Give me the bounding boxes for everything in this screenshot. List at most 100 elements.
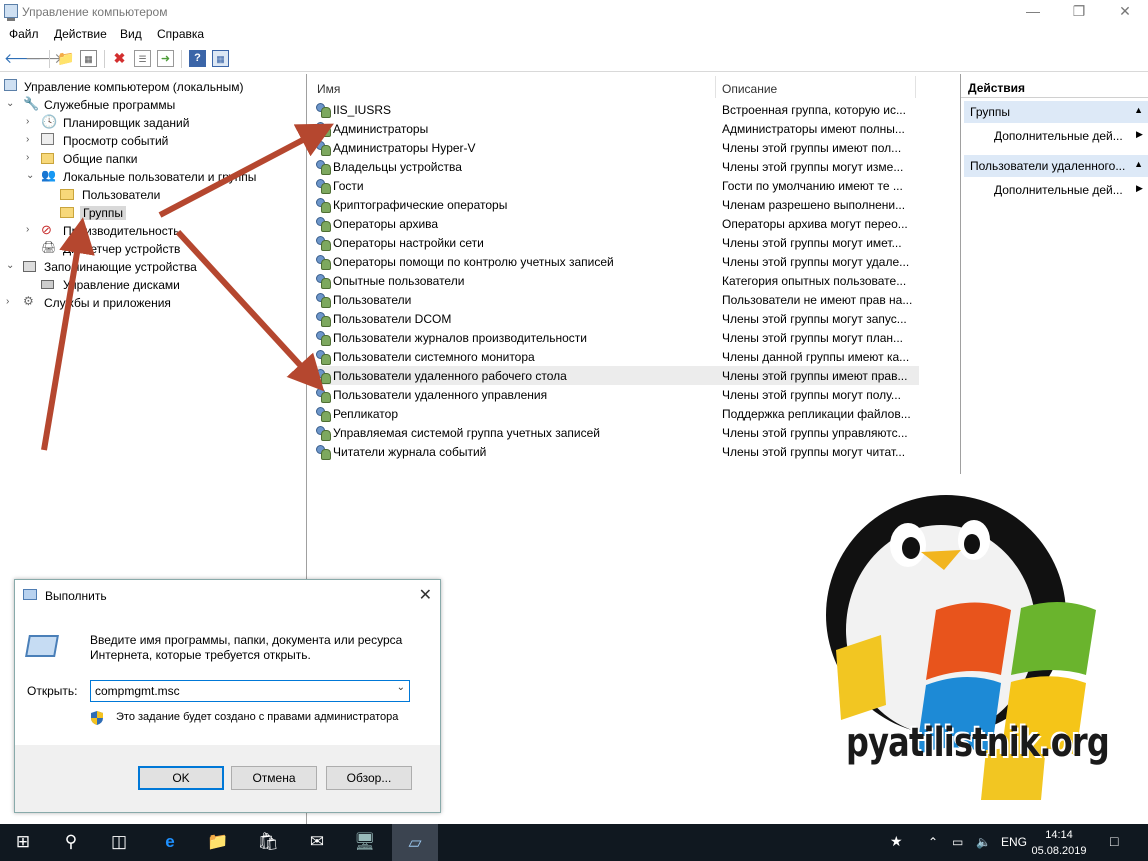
menu-file[interactable]: Файл [9,27,39,41]
minimize-button[interactable]: — [1010,0,1056,24]
language-indicator[interactable]: ENG [1001,835,1027,849]
back-arrow-icon[interactable]: 🡐 [4,50,42,67]
up-folder-icon[interactable]: 📁 [57,50,74,67]
group-name: Пользователи удаленного рабочего стола [333,369,567,383]
expand-icon[interactable]: › [26,116,35,127]
expand-icon[interactable]: › [26,224,35,235]
notifications-icon[interactable]: □ [1110,833,1118,849]
group-row[interactable]: Управляемая системой группа учетных запи… [313,423,919,442]
tree-root[interactable]: Управление компьютером (локальным) [4,78,304,96]
group-icon [315,273,331,289]
run-taskbar-icon[interactable]: ▱ [392,824,438,861]
actions-section-groups[interactable]: Группы ▲ [964,101,1148,123]
maximize-button[interactable]: ❐ [1056,0,1102,24]
export-icon[interactable]: ➜ [157,50,174,67]
tree-item-users[interactable]: Пользователи [60,186,260,204]
menu-action[interactable]: Действие [54,27,107,41]
collapse-icon[interactable]: ⌄ [6,98,15,109]
collapse-icon[interactable]: ⌄ [26,170,35,181]
delete-icon[interactable]: ✖ [111,50,128,67]
clock[interactable]: 14:14 05.08.2019 [1028,827,1090,859]
group-description: Члены этой группы могут полу... [722,388,901,402]
close-icon[interactable]: ✕ [419,585,432,605]
tree-item-disk-management[interactable]: Управление дисками [26,276,296,294]
group-row[interactable]: Пользователи системного монитора Члены да… [313,347,919,366]
show-tree-icon[interactable]: ▦ [80,50,97,67]
tree-item-performance[interactable]: › ⊘ Производительность [26,222,296,240]
network-icon[interactable]: ▭ [952,835,963,849]
group-row[interactable]: IIS_IUSRS Встроенная группа, которую ис..… [313,100,919,119]
chevron-up-icon[interactable]: ⌃ [928,835,938,849]
group-icon [315,425,331,441]
cancel-button[interactable]: Отмена [231,766,317,790]
group-row[interactable]: Криптографические операторы Членам разреш… [313,195,919,214]
group-row[interactable]: Операторы помощи по контролю учетных зап… [313,252,919,271]
forward-arrow-icon[interactable]: 🡒 [25,50,63,67]
edge-browser-icon[interactable]: e [155,832,185,854]
people-icon[interactable]: ★ [890,833,903,850]
run-command-input[interactable]: compmgmt.msc ⌄ [90,680,410,702]
expand-icon[interactable]: › [6,296,15,307]
tree-item-task-scheduler[interactable]: › 🕓 Планировщик заданий [26,114,296,132]
search-icon[interactable]: ⚲ [56,832,86,854]
tree-item-event-viewer[interactable]: › Просмотр событий [26,132,296,150]
volume-icon[interactable]: 🔈 [976,835,991,849]
group-row[interactable]: Гости Гости по умолчанию имеют те ... [313,176,919,195]
tree-item-shared-folders[interactable]: › Общие папки [26,150,296,168]
store-icon[interactable]: 🛍 [253,832,283,854]
expand-icon[interactable]: › [26,134,35,145]
group-row[interactable]: Владельцы устройства Члены этой группы мо… [313,157,919,176]
group-name: Операторы помощи по контролю учетных зап… [333,255,614,269]
performance-icon: ⊘ [41,222,52,237]
group-icon [315,140,331,156]
menu-bar: Файл Действие Вид Справка [0,24,1148,44]
windows-start-icon[interactable]: ⊞ [8,832,38,854]
collapse-triangle-icon[interactable]: ▲ [1134,105,1143,115]
group-row[interactable]: Опытные пользователи Категория опытных по… [313,271,919,290]
mail-icon[interactable]: ✉ [302,832,332,854]
task-view-icon[interactable]: ◫ [104,832,134,854]
actions-section-rdp-users[interactable]: Пользователи удаленного... ▲ [964,155,1148,177]
tree-item-groups[interactable]: Группы [60,204,130,222]
group-name: Пользователи системного монитора [333,350,535,364]
actions-more-rdp-users[interactable]: Дополнительные дей... ▶ [994,183,1143,197]
collapse-triangle-icon[interactable]: ▲ [1134,159,1143,169]
folder-icon [60,189,74,200]
browse-button[interactable]: Обзор... [326,766,412,790]
collapse-icon[interactable]: ⌄ [6,260,15,271]
file-explorer-icon[interactable]: 📁 [203,832,233,854]
group-row[interactable]: Пользователи Пользователи не имеют прав н… [313,290,919,309]
ok-button[interactable]: OK [138,766,224,790]
group-row[interactable]: Пользователи журналов производительности… [313,328,919,347]
group-icon [315,406,331,422]
group-row[interactable]: Пользователи удаленного рабочего стола Чл… [313,366,919,385]
group-row[interactable]: Пользователи удаленного управления Члены … [313,385,919,404]
run-description: Введите имя программы, папки, документа … [90,633,403,662]
group-row[interactable]: Пользователи DCOM Члены этой группы могут… [313,309,919,328]
tree-item-device-manager[interactable]: 🖨 Диспетчер устройств [26,240,296,258]
properties-icon[interactable]: ☰ [134,50,151,67]
group-row[interactable]: Администраторы Администраторы имеют полны… [313,119,919,138]
chevron-down-icon[interactable]: ⌄ [397,682,405,693]
group-row[interactable]: Репликатор Поддержка репликации файлов... [313,404,919,423]
expand-icon[interactable]: › [26,152,35,163]
tree-item-local-users-groups[interactable]: ⌄ 👥 Локальные пользователи и группы [26,168,301,186]
group-description: Члены данной группы имеют ка... [722,350,910,364]
tree-item-system-tools[interactable]: ⌄ 🔧 Служебные программы [6,96,296,114]
close-button[interactable]: ✕ [1102,0,1148,24]
help-icon[interactable]: ? [189,50,206,67]
tree-item-services-apps[interactable]: › ⚙ Службы и приложения [6,294,296,312]
group-row[interactable]: Администраторы Hyper-V Члены этой группы … [313,138,919,157]
tree-item-storage[interactable]: ⌄ Запоминающие устройства [6,258,296,276]
group-row[interactable]: Операторы архива Операторы архива могут п… [313,214,919,233]
actions-more-groups[interactable]: Дополнительные дей... ▶ [994,129,1143,143]
menu-view[interactable]: Вид [120,27,142,41]
column-header-description[interactable]: Описание [722,82,777,96]
computer-management-icon[interactable]: 🖥 [350,832,380,854]
column-header-name[interactable]: Имя [317,82,340,96]
action-pane-icon[interactable]: ▦ [212,50,229,67]
group-icon [315,235,331,251]
group-row[interactable]: Читатели журнала событий Члены этой групп… [313,442,919,461]
group-row[interactable]: Операторы настройки сети Члены этой групп… [313,233,919,252]
menu-help[interactable]: Справка [157,27,204,41]
